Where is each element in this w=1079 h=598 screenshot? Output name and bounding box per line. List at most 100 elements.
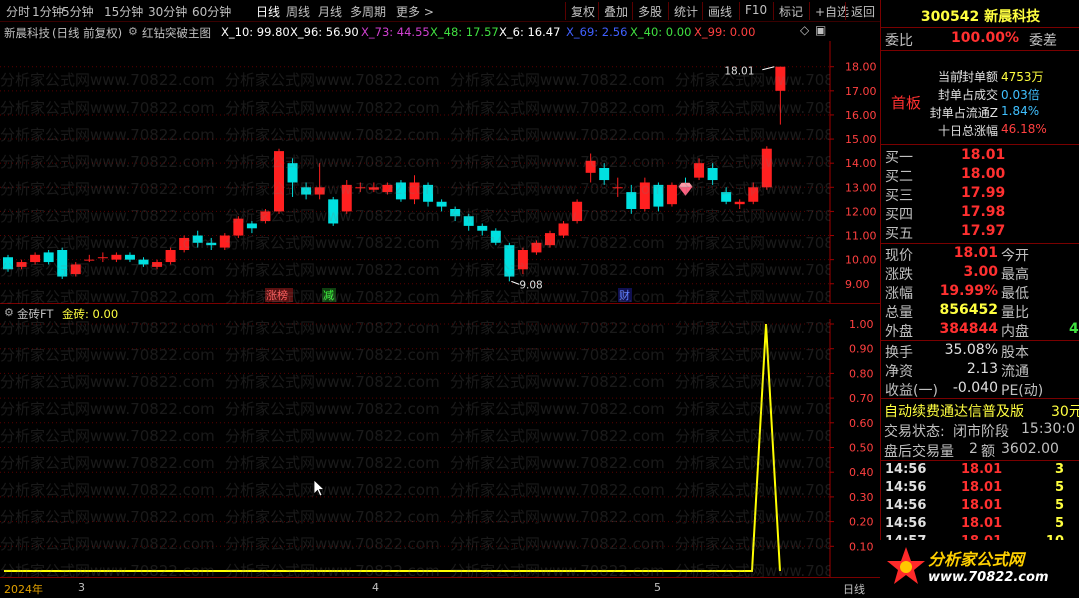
timeframe-tab[interactable]: 分时 <box>6 3 30 20</box>
watermark-text: 分析家公式网www.70822.com <box>225 207 440 225</box>
timeframe-tab[interactable]: 多周期 <box>350 3 386 20</box>
ma-label: X_48: 17.57 <box>430 25 499 39</box>
watermark-text: 分析家公式网www.70822.com <box>450 180 665 198</box>
watermark-text: 分析家公式网www.70822.com <box>450 373 665 391</box>
watermark-text: 分析家公式网www.70822.com <box>675 535 830 553</box>
timeframe-tab[interactable]: 15分钟 <box>104 3 143 20</box>
tick-list[interactable]: 14:56 18.01 3 14:56 18.01 5 14:56 18.01 5 14:56 18… <box>881 462 1079 542</box>
watermark-text: 分析家公式网www.70822.com <box>0 234 215 252</box>
watermark-text: 分析家公式网www.70822.com <box>225 261 440 279</box>
toolbar-button[interactable]: +自选 <box>815 3 849 20</box>
timeframe-tab[interactable]: 更多 > <box>396 3 434 20</box>
seal-label: 封单占流通Z <box>929 106 998 120</box>
watermark-text: 分析家公式网www.70822.com <box>675 71 830 89</box>
stock-title: 300542 新晨科技 <box>881 6 1079 26</box>
ma-label: X_40: 0.00 <box>630 25 692 39</box>
toolbar-button[interactable]: 复权 <box>571 3 595 20</box>
stat-value: 384844 <box>939 321 998 337</box>
watermark-text: 分析家公式网www.70822.com <box>0 153 215 171</box>
watermark-text: 分析家公式网www.70822.com <box>0 346 215 364</box>
timeframe-tab[interactable]: 5分钟 <box>62 3 94 20</box>
trade-time: 15:30:0 <box>1021 421 1075 437</box>
chart-header: 新晨科技 (日线 前复权) ⚙ 红钻突破主图 X_10: 99.80 X_96: 56.9… <box>0 23 830 41</box>
watermark-text: 分析家公式网www.70822.com <box>0 288 215 306</box>
stat-label: 总量 <box>885 305 913 321</box>
watermark-text: 分析家公式网www.70822.com <box>225 400 440 418</box>
timeframe-tab[interactable]: 60分钟 <box>192 3 231 20</box>
y-tick-label: 0.10 <box>849 540 874 553</box>
watermark-text: 分析家公式网www.70822.com <box>450 207 665 225</box>
bid-label: 买四 <box>885 207 913 223</box>
y-tick-label: 17.00 <box>845 85 877 98</box>
stat2-label: 收益(一) <box>885 383 938 399</box>
y-tick-label: 0.30 <box>849 491 874 504</box>
seal-value: 1.84% <box>1001 104 1040 118</box>
y-tick-label: 12.00 <box>845 205 877 218</box>
weibi-label: 委比 <box>885 33 913 49</box>
y-tick-label: 0.40 <box>849 466 874 479</box>
period-label[interactable]: 日线 <box>843 581 865 597</box>
bid-price: 17.97 <box>961 223 1006 239</box>
watermark-text: 分析家公式网www.70822.com <box>675 261 830 279</box>
bid-list: 买一 18.01 买二 18.00 买三 17.99 买四 17.98 买五 17.97 <box>881 147 1079 242</box>
watermark-text: 分析家公式网www.70822.com <box>675 454 830 472</box>
timeframe-tab[interactable]: 1分钟 <box>32 3 64 20</box>
watermark-text: 分析家公式网www.70822.com <box>225 180 440 198</box>
toolbar-button[interactable]: F10 <box>745 3 767 17</box>
x-axis-month-3: 3 <box>78 581 85 594</box>
trade-state-label: 交易状态: <box>884 424 945 440</box>
stat2-label: 净资 <box>885 364 913 380</box>
ma-label: X_96: 56.90 <box>290 25 359 39</box>
y-tick-label: 0.90 <box>849 343 874 356</box>
tick-price: 18.01 <box>961 462 1003 477</box>
y-tick-label: 1.00 <box>849 319 874 331</box>
watermark-text: 分析家公式网www.70822.com <box>675 481 830 499</box>
ma-label: X_10: 99.80 <box>221 25 290 39</box>
toolbar-button[interactable]: 多股 <box>638 3 662 20</box>
watermark-text: 分析家公式网www.70822.com <box>0 400 215 418</box>
watermark-text: 分析家公式网www.70822.com <box>225 346 440 364</box>
watermark-text: 分析家公式网www.70822.com <box>450 234 665 252</box>
stock-code: 300542 <box>920 9 980 25</box>
watermark-text: 分析家公式网www.70822.com <box>675 319 830 337</box>
after-hours-amt: 3602.00 <box>1001 441 1059 457</box>
watermark-text: 分析家公式网www.70822.com <box>675 562 830 577</box>
toolbar-button[interactable]: 统计 <box>674 3 698 20</box>
gear-icon[interactable]: ⚙ <box>128 25 138 38</box>
toolbar-button[interactable]: 标记 <box>779 3 803 20</box>
watermark-text: 分析家公式网www.70822.com <box>450 288 665 306</box>
stat-label: 外盘 <box>885 324 913 340</box>
weibi-value: 100.00% <box>951 30 1020 46</box>
watermark-text: 分析家公式网www.70822.com <box>0 71 215 89</box>
bid-label: 买三 <box>885 188 913 204</box>
stat-label: 涨跌 <box>885 267 913 283</box>
stats2-list: 换手 35.08% 股本 净资 2.13 流通 收益(一) -0.040 PE(动) <box>881 342 1079 399</box>
timeframe-tab[interactable]: 30分钟 <box>148 3 187 20</box>
window-icon[interactable]: ▣ <box>815 23 826 37</box>
watermark-text: 分析家公式网www.70822.com <box>675 153 830 171</box>
bid-price: 17.98 <box>961 204 1006 220</box>
toolbar-button[interactable]: 返回 <box>851 3 875 20</box>
watermark-text: 分析家公式网www.70822.com <box>675 400 830 418</box>
timeframe-tab[interactable]: 月线 <box>318 3 342 20</box>
watermark-text: 分析家公式网www.70822.com <box>225 234 440 252</box>
toolbar-button[interactable]: 画线 <box>708 3 732 20</box>
collapse-icon[interactable]: ◇ <box>800 23 809 37</box>
bid-price: 17.99 <box>961 185 1006 201</box>
watermark-text: 分析家公式网www.70822.com <box>450 126 665 144</box>
site-logo: 分析家公式网 www.70822.com <box>880 540 1079 598</box>
stat-right-label: 今开 <box>1001 248 1029 264</box>
watermark-text: 分析家公式网www.70822.com <box>225 454 440 472</box>
watermark-text: 分析家公式网www.70822.com <box>0 319 215 337</box>
info-icon[interactable]: ! <box>959 68 963 81</box>
timeframe-tab[interactable]: 周线 <box>286 3 310 20</box>
seal-label: 封单占成交 <box>937 88 998 102</box>
stat2-label: 换手 <box>885 345 913 361</box>
chart-indicator-name[interactable]: 红钻突破主图 <box>142 25 211 41</box>
watermark-text: 分析家公式网www.70822.com <box>225 71 440 89</box>
tick-time: 14:56 <box>885 462 927 477</box>
seal-value: 0.03倍 <box>1001 88 1040 102</box>
timeframe-tab[interactable]: 日线 <box>256 3 280 20</box>
toolbar-button[interactable]: 叠加 <box>604 3 628 20</box>
promo-text[interactable]: 自动续费通达信普及版 <box>884 401 1024 421</box>
